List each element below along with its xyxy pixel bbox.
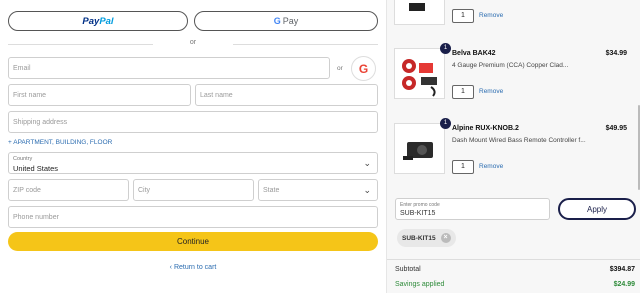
shipping-address-field[interactable]: Shipping address xyxy=(8,111,378,133)
divider-line-right xyxy=(233,44,378,45)
chevron-down-icon: ⌄ xyxy=(363,158,371,168)
subtotal-value: $394.87 xyxy=(609,266,635,273)
item-price: $34.99 xyxy=(605,50,627,57)
paypal-logo-part1: Pay xyxy=(82,15,100,27)
remove-link[interactable]: Remove xyxy=(479,88,503,95)
quantity-input[interactable]: 1 xyxy=(452,160,474,174)
product-image xyxy=(394,0,445,25)
first-name-field[interactable]: First name xyxy=(8,84,191,106)
phone-field[interactable]: Phone number xyxy=(8,206,378,228)
quantity-badge: 1 xyxy=(440,43,451,54)
quantity-input[interactable]: 1 xyxy=(452,85,474,99)
apply-button[interactable]: Apply xyxy=(558,198,636,220)
item-description: Dash Mount Wired Bass Remote Controller … xyxy=(452,137,586,144)
product-image xyxy=(394,48,445,99)
first-name-placeholder: First name xyxy=(13,92,47,99)
remove-link[interactable]: Remove xyxy=(479,12,503,19)
phone-placeholder: Phone number xyxy=(13,214,59,221)
savings-value: $24.99 xyxy=(613,281,635,288)
email-placeholder: Email xyxy=(13,65,31,72)
or-small-text: or xyxy=(337,65,343,72)
paypal-button[interactable]: Pay Pal xyxy=(8,11,188,31)
item-price: $49.95 xyxy=(605,125,627,132)
remote-knob-icon xyxy=(403,142,433,160)
country-select[interactable]: Country United States ⌄ xyxy=(8,152,378,174)
country-label: Country xyxy=(13,156,33,162)
zip-field[interactable]: ZIP code xyxy=(8,179,129,201)
applied-promo-code: SUB-KIT15 xyxy=(402,234,436,242)
product-thumbnail-icon xyxy=(409,3,425,11)
google-g-icon: G xyxy=(273,16,281,26)
return-to-cart-label: Return to cart xyxy=(173,264,217,271)
checkout-form-panel: Pay Pal G Pay or Email or G First name La… xyxy=(0,0,386,293)
quantity-input[interactable]: 1 xyxy=(452,9,474,23)
continue-button[interactable]: Continue xyxy=(8,232,378,251)
state-select[interactable]: State ⌄ xyxy=(258,179,378,201)
add-apartment-link[interactable]: + APARTMENT, BUILDING, FLOOR xyxy=(8,139,112,146)
last-name-placeholder: Last name xyxy=(200,92,233,99)
item-description: 4 Gauge Premium (CCA) Copper Clad... xyxy=(452,62,569,69)
order-summary-panel: 1 Remove 1 Belva BAK42 $34.99 4 Gauge Pr… xyxy=(386,0,640,293)
shipping-placeholder: Shipping address xyxy=(13,119,68,126)
state-placeholder: State xyxy=(263,187,280,194)
summary-divider xyxy=(387,259,640,260)
email-field[interactable]: Email xyxy=(8,57,330,79)
item-name: Belva BAK42 xyxy=(452,50,496,57)
promo-value: SUB-KIT15 xyxy=(400,210,436,217)
zip-placeholder: ZIP code xyxy=(13,187,41,194)
last-name-field[interactable]: Last name xyxy=(195,84,378,106)
city-field[interactable]: City xyxy=(133,179,254,201)
amp-kit-icon xyxy=(402,59,437,97)
return-to-cart-link[interactable]: ‹ Return to cart xyxy=(0,264,386,271)
google-signin-button[interactable]: G xyxy=(351,56,376,81)
google-pay-button[interactable]: G Pay xyxy=(194,11,378,31)
applied-promo-chip: SUB-KIT15 × xyxy=(397,229,456,247)
chevron-down-icon: ⌄ xyxy=(363,185,371,195)
item-name: Alpine RUX-KNOB.2 xyxy=(452,125,519,132)
promo-code-field[interactable]: Enter promo code SUB-KIT15 xyxy=(395,198,550,220)
close-icon[interactable]: × xyxy=(440,233,451,243)
promo-label: Enter promo code xyxy=(400,202,440,208)
chevron-left-icon: ‹ xyxy=(169,264,172,271)
google-icon: G xyxy=(358,61,369,76)
or-divider: or xyxy=(8,38,378,48)
city-placeholder: City xyxy=(138,187,151,194)
quantity-badge: 1 xyxy=(440,118,451,129)
google-pay-label: Pay xyxy=(282,16,299,26)
savings-label: Savings applied xyxy=(395,281,445,288)
paypal-logo-part2: Pal xyxy=(99,15,114,27)
country-value: United States xyxy=(13,164,59,173)
product-image xyxy=(394,123,445,174)
subtotal-label: Subtotal xyxy=(395,266,421,273)
remove-link[interactable]: Remove xyxy=(479,163,503,170)
